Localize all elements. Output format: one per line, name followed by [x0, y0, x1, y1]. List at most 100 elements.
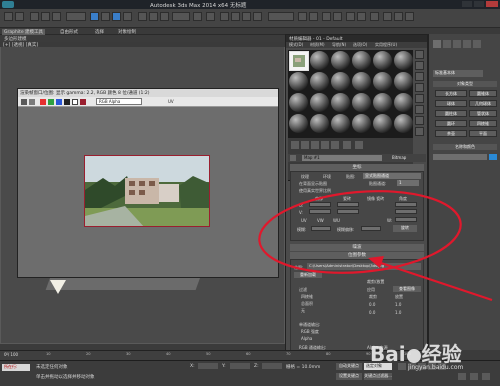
v-offset-field[interactable] — [309, 209, 331, 214]
torus-button[interactable]: 圆环 — [435, 120, 467, 127]
material-slot-sphere[interactable] — [394, 51, 413, 70]
snap-icon[interactable] — [220, 12, 229, 21]
move-icon[interactable] — [138, 12, 147, 21]
material-slot-sphere[interactable] — [310, 114, 329, 133]
tube-button[interactable]: 管状体 — [469, 110, 497, 117]
angle-snap-icon[interactable] — [231, 12, 240, 21]
menu-modes[interactable]: 模式(D) — [289, 42, 303, 48]
backlight-icon[interactable] — [415, 61, 424, 70]
view-image-button[interactable]: 查看图像 — [393, 286, 421, 292]
mirror-icon[interactable] — [298, 12, 307, 21]
display-tab-icon[interactable] — [473, 40, 481, 48]
render-setup-icon[interactable] — [383, 12, 392, 21]
rotate-button[interactable]: 旋转 — [393, 225, 417, 232]
undo-icon[interactable] — [4, 12, 13, 21]
blur-field[interactable] — [311, 226, 331, 231]
background-icon[interactable] — [415, 72, 424, 81]
pick-icon[interactable] — [290, 155, 296, 161]
active-material-slot[interactable] — [289, 51, 309, 71]
auto-key-button[interactable]: 自动关键点 — [336, 363, 362, 370]
filter-none-radio[interactable]: 无 — [301, 308, 305, 314]
bind-icon[interactable] — [52, 12, 61, 21]
menu-utilities[interactable]: 实用程序(U) — [375, 42, 397, 48]
texture-radio[interactable]: 纹理 — [301, 174, 309, 180]
name-color-header[interactable]: 名称和颜色 — [433, 144, 497, 150]
uv-tiling-icon[interactable] — [415, 83, 424, 92]
crop-v-field[interactable]: 0.0 — [369, 310, 375, 315]
x-coord-field[interactable] — [198, 363, 218, 369]
select-filter[interactable] — [66, 12, 86, 21]
material-slot-sphere[interactable] — [373, 72, 392, 91]
alpha-toggle[interactable] — [64, 99, 70, 105]
material-slot-sphere[interactable] — [289, 114, 308, 133]
pan-icon[interactable] — [470, 373, 478, 380]
maxscript-listener-badge[interactable]: 所在行: — [2, 364, 30, 371]
object-type-header[interactable]: 对象类型 — [433, 81, 497, 87]
mono-toggle[interactable] — [72, 99, 78, 105]
environment-radio[interactable]: 环境 — [323, 174, 331, 180]
clear-icon[interactable] — [80, 99, 86, 105]
material-slot-sphere[interactable] — [310, 93, 329, 112]
pivot-icon[interactable] — [193, 12, 202, 21]
w-angle-field[interactable] — [395, 217, 417, 222]
material-slot-sphere[interactable] — [373, 114, 392, 133]
material-slot-sphere[interactable] — [331, 114, 350, 133]
align-icon[interactable] — [309, 12, 318, 21]
material-slot-sphere[interactable] — [310, 72, 329, 91]
set-key-button[interactable]: 设置关键点 — [336, 373, 362, 380]
save-icon[interactable] — [21, 99, 27, 105]
wu-radio[interactable]: WU — [333, 218, 340, 223]
select-icon[interactable] — [90, 12, 99, 21]
hierarchy-tab-icon[interactable] — [453, 40, 461, 48]
percent-snap-icon[interactable] — [242, 12, 251, 21]
u-offset-field[interactable] — [309, 202, 331, 207]
tab-object-paint[interactable]: 对象绘制 — [118, 29, 136, 35]
bitmap-path-button[interactable]: C:\Users\Administrator\Desktop\3ds.jpg — [307, 263, 421, 270]
tab-selection[interactable]: 选择 — [95, 29, 104, 35]
rect-select-icon[interactable] — [112, 12, 121, 21]
box-button[interactable]: 长方体 — [435, 90, 467, 97]
minimize-button[interactable] — [462, 1, 472, 7]
show-map-icon[interactable] — [343, 141, 351, 149]
named-selection-dropdown[interactable] — [268, 12, 294, 21]
render-frame-icon[interactable] — [394, 12, 403, 21]
put-to-scene-icon[interactable] — [301, 141, 309, 149]
filter-summed-radio[interactable]: 总面积 — [301, 301, 313, 307]
map-name-field[interactable]: Map #1 — [302, 155, 382, 161]
material-slot-sphere[interactable] — [289, 93, 308, 112]
key-filters-button[interactable]: 关键点过滤器... — [364, 373, 392, 380]
material-slot-sphere[interactable] — [352, 114, 371, 133]
menu-material[interactable]: 材质(M) — [310, 42, 325, 48]
uv-radio[interactable]: UV — [301, 218, 307, 223]
video-check-icon[interactable] — [415, 94, 424, 103]
z-coord-field[interactable] — [262, 363, 282, 369]
select-by-name-icon[interactable] — [101, 12, 110, 21]
green-channel-toggle[interactable] — [48, 99, 54, 105]
viewport-label[interactable]: [+] [透视] [真实] — [3, 42, 38, 48]
crop-h-field[interactable]: 1.0 — [395, 310, 401, 315]
cylinder-button[interactable]: 圆柱体 — [435, 110, 467, 117]
object-name-field[interactable] — [433, 154, 487, 160]
primitive-dropdown[interactable]: 标准基本体 — [433, 70, 483, 77]
material-slot-sphere[interactable] — [373, 51, 392, 70]
apply-checkbox[interactable]: 应用 — [367, 287, 375, 293]
close-button[interactable] — [486, 1, 498, 7]
material-slot-sphere[interactable] — [331, 72, 350, 91]
sample-type-icon[interactable] — [415, 50, 424, 59]
pyramid-button[interactable]: 四棱锥 — [469, 120, 497, 127]
geosphere-button[interactable]: 几何球体 — [469, 100, 497, 107]
crop-radio[interactable]: 裁剪 — [369, 294, 377, 300]
teapot-button[interactable]: 茶壶 — [435, 130, 467, 137]
assign-material-icon[interactable] — [311, 141, 319, 149]
go-to-parent-icon[interactable] — [355, 141, 363, 149]
material-slot-sphere[interactable] — [310, 51, 329, 70]
material-slot-sphere[interactable] — [352, 93, 371, 112]
tab-graphite[interactable]: Graphite 建模工具 — [2, 29, 46, 35]
material-slot-sphere[interactable] — [352, 72, 371, 91]
create-tab-icon[interactable] — [433, 40, 441, 48]
u-tiling-field[interactable] — [337, 202, 359, 207]
y-coord-field[interactable] — [230, 363, 250, 369]
clone-icon[interactable] — [29, 99, 35, 105]
redo-icon[interactable] — [15, 12, 24, 21]
material-slot-sphere[interactable] — [394, 72, 413, 91]
